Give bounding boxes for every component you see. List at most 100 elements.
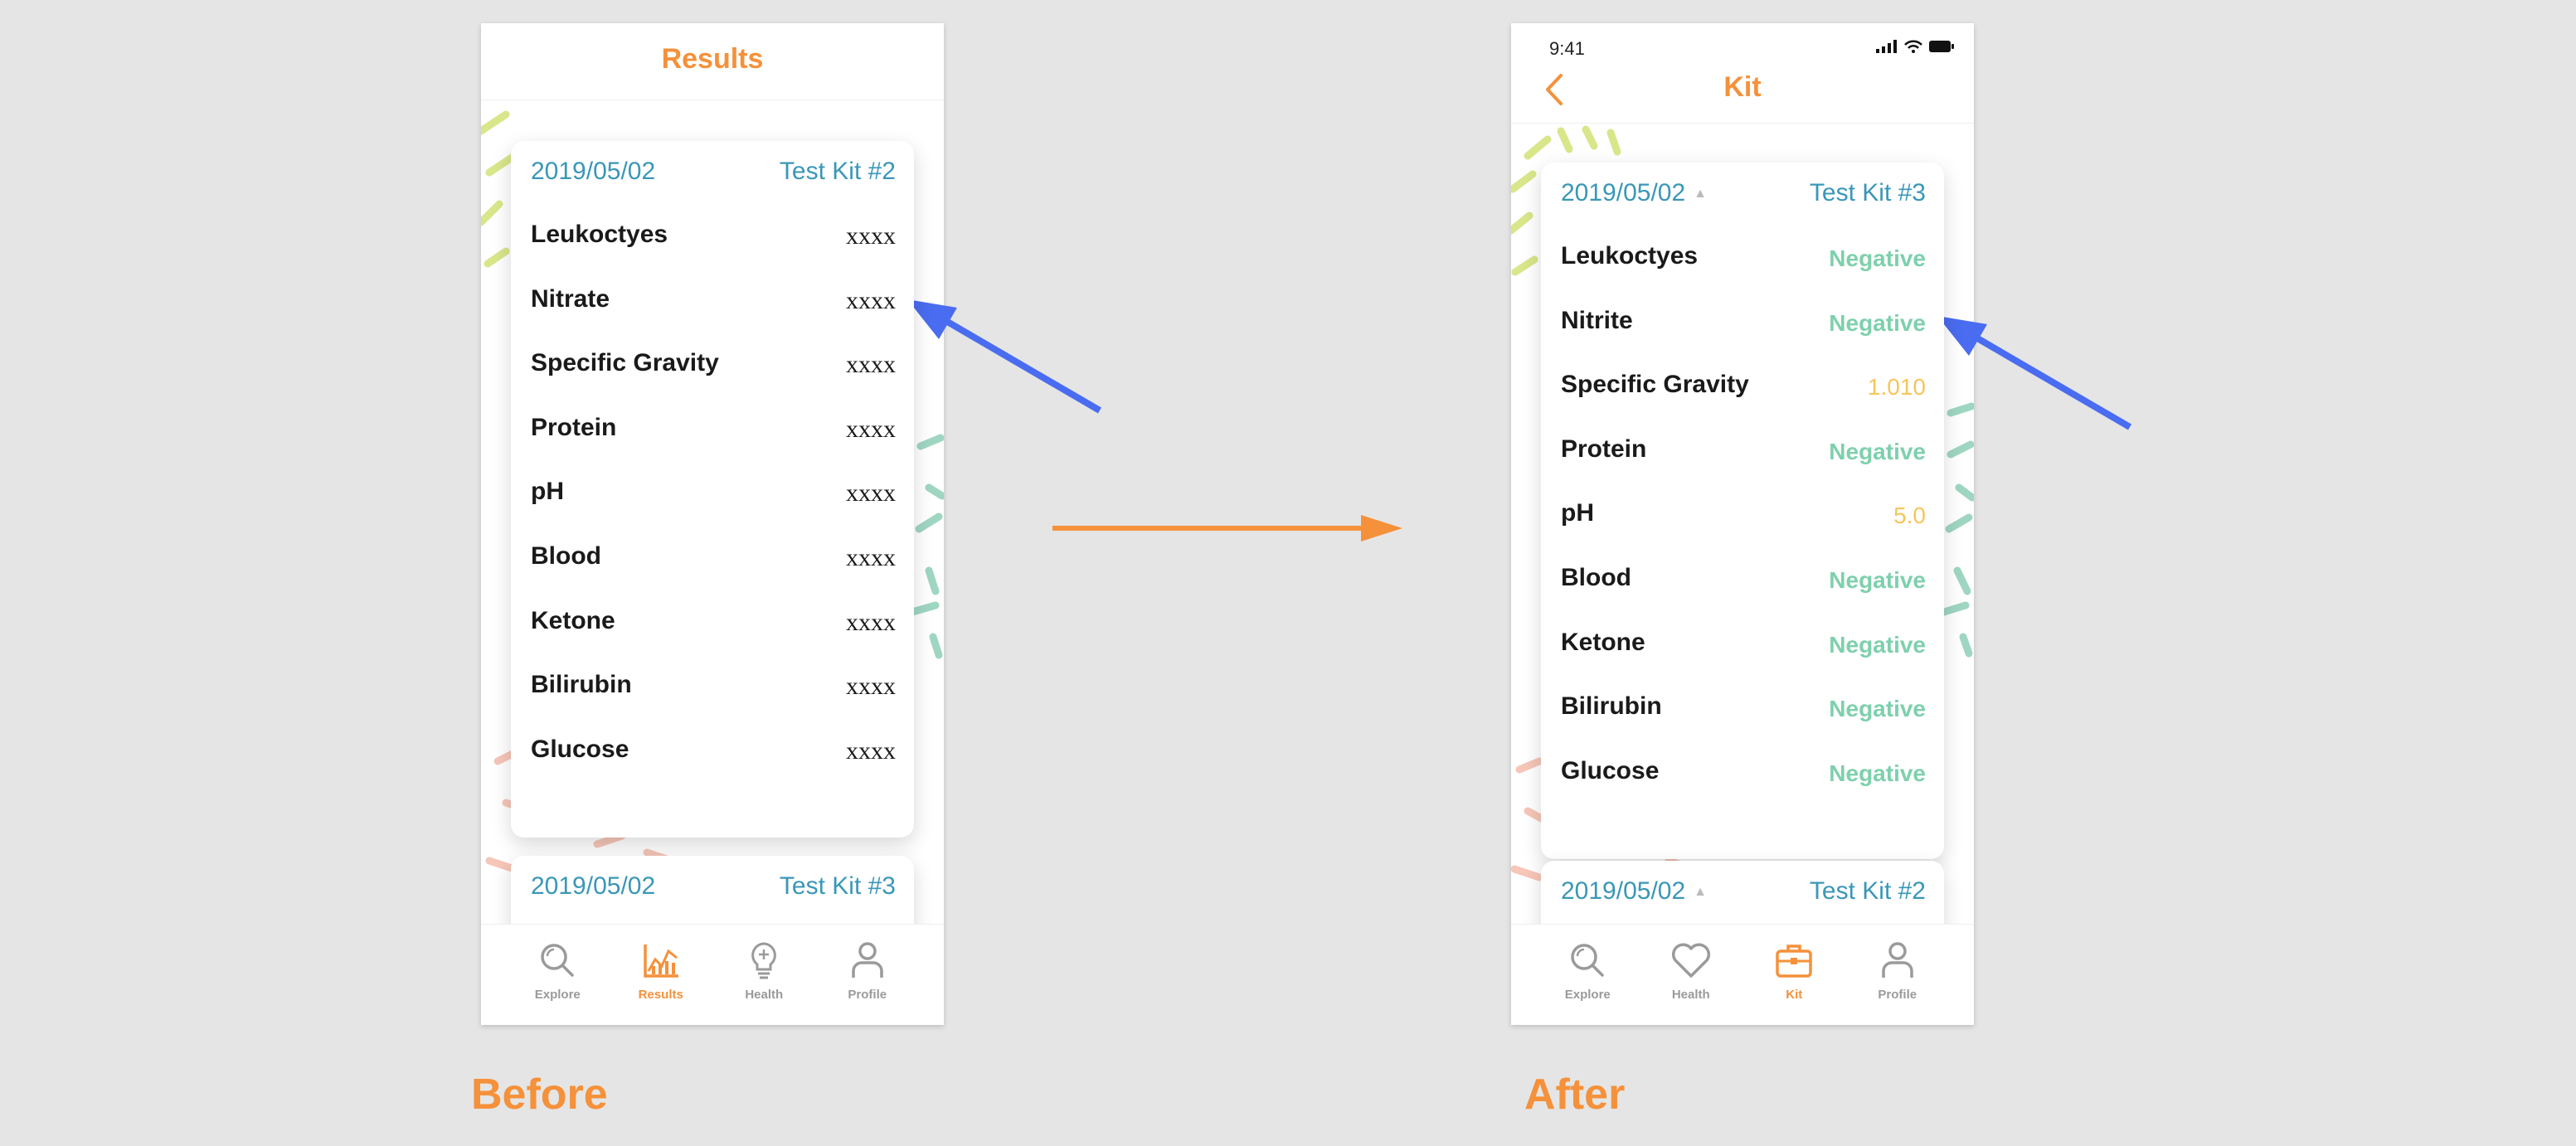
row-label: Bilirubin (531, 671, 632, 699)
row-value: Negative (1829, 760, 1926, 786)
person-icon (1882, 942, 1913, 978)
card-kit-name: Test Kit #3 (779, 872, 896, 900)
result-row-leukocytes: Leukoctyes xxxx (531, 221, 896, 285)
row-label: Glucose (531, 735, 629, 763)
row-label: Glucose (1561, 756, 1660, 784)
card-kit-name: Test Kit #2 (779, 158, 896, 185)
card-date[interactable]: 2019/05/02 ▲ (1561, 877, 1707, 906)
card-date-text: 2019/05/02 (1561, 179, 1686, 206)
tab-bar: Explore Health Kit Profile (1511, 924, 1974, 1025)
row-value: Negative (1829, 566, 1926, 593)
kit-header: 9:41 Kit (1511, 23, 1974, 124)
briefcase-icon (1776, 944, 1812, 978)
caption-before: Before (471, 1071, 608, 1119)
tab-profile[interactable]: Profile (830, 925, 905, 1025)
row-label: Ketone (1561, 628, 1645, 656)
result-row-ph: pH 5.0 (1561, 499, 1926, 564)
signal-icon (1876, 40, 1897, 53)
tab-health[interactable]: Health (1654, 925, 1728, 1025)
tab-profile[interactable]: Profile (1860, 925, 1935, 1025)
lightbulb-icon (751, 942, 777, 979)
result-row-leukocytes: Leukoctyes Negative (1561, 242, 1926, 307)
tab-bar: Explore Results Health Profile (481, 924, 944, 1025)
row-value: xxxx (846, 543, 896, 571)
results-header: Results (481, 23, 944, 100)
row-value: xxxx (846, 415, 896, 443)
row-label: Specific Gravity (1561, 371, 1749, 399)
result-row-protein: Protein xxxx (531, 414, 896, 478)
row-value: xxxx (846, 222, 896, 250)
card-date-text: 2019/05/02 (1561, 877, 1686, 905)
chart-icon (644, 944, 678, 978)
transition-arrow (1052, 515, 1402, 541)
row-label: Ketone (531, 606, 615, 634)
row-label: Bilirubin (1561, 692, 1662, 721)
card-date: 2019/05/02 (531, 158, 656, 185)
row-value: 5.0 (1893, 503, 1926, 529)
row-label: Leukoctyes (1561, 242, 1699, 270)
test-kit-card[interactable]: 2019/05/02 Test Kit #2 Leukoctyes xxxx Ni… (511, 141, 914, 838)
tab-label: Explore (534, 988, 581, 1002)
caret-up-icon: ▲ (1694, 885, 1707, 900)
row-value: xxxx (846, 608, 896, 636)
tab-explore[interactable]: Explore (1550, 925, 1625, 1025)
result-row-blood: Blood xxxx (531, 542, 896, 607)
row-label: pH (531, 478, 564, 506)
status-icons (1876, 40, 1954, 53)
page-title: Results (661, 43, 764, 75)
result-row-specific-gravity: Specific Gravity xxxx (531, 349, 896, 414)
result-row-nitrate: Nitrate xxxx (531, 285, 896, 350)
after-phone-screen: 9:41 Kit 2019/05/02 ▲ Test Kit #3 Leukoc… (1511, 23, 1974, 1025)
before-phone-screen: Results 2019/05/02 Test Kit #2 Leukoctye… (481, 23, 944, 1025)
status-time: 9:41 (1549, 38, 1585, 59)
row-value: xxxx (846, 736, 896, 765)
result-row-ph: pH xxxx (531, 478, 896, 542)
tab-results[interactable]: Results (624, 925, 698, 1025)
tab-label: Profile (1878, 988, 1917, 1002)
wifi-icon (1904, 40, 1922, 53)
tab-kit[interactable]: Kit (1757, 925, 1831, 1025)
row-value: xxxx (846, 286, 896, 314)
heart-icon (1671, 943, 1710, 978)
tab-label: Results (638, 988, 683, 1002)
battery-icon (1929, 41, 1954, 52)
result-row-nitrite: Nitrite Negative (1561, 307, 1926, 371)
row-label: Blood (531, 541, 601, 570)
tab-health[interactable]: Health (727, 925, 801, 1025)
row-value: Negative (1829, 631, 1926, 658)
result-row-protein: Protein Negative (1561, 435, 1926, 500)
card-date[interactable]: 2019/05/02 ▲ (1561, 179, 1707, 207)
card-kit-name: Test Kit #2 (1809, 877, 1926, 905)
tab-label: Health (745, 988, 784, 1002)
result-row-ketone: Ketone xxxx (531, 607, 896, 672)
row-label: Nitrite (1561, 306, 1633, 334)
result-row-blood: Blood Negative (1561, 564, 1926, 629)
test-kit-card[interactable]: 2019/05/02 ▲ Test Kit #3 Leukoctyes Negati… (1541, 163, 1944, 859)
tab-label: Health (1671, 988, 1710, 1002)
result-row-bilirubin: Bilirubin Negative (1561, 692, 1926, 757)
row-label: Protein (1561, 435, 1647, 463)
tab-label: Profile (848, 988, 887, 1002)
result-row-bilirubin: Bilirubin xxxx (531, 671, 896, 736)
magnifier-icon (1571, 944, 1604, 977)
tab-label: Kit (1786, 988, 1803, 1002)
row-value: Negative (1829, 309, 1926, 336)
caption-after: After (1524, 1071, 1626, 1119)
row-value: Negative (1829, 438, 1926, 464)
caret-up-icon: ▲ (1694, 187, 1707, 202)
row-value: xxxx (846, 351, 896, 379)
card-date: 2019/05/02 (531, 872, 656, 900)
row-value: xxxx (846, 479, 896, 507)
row-value: Negative (1829, 245, 1926, 271)
row-value: Negative (1829, 696, 1926, 722)
row-label: pH (1561, 499, 1594, 527)
card-kit-name: Test Kit #3 (1809, 179, 1926, 206)
tab-explore[interactable]: Explore (520, 925, 595, 1025)
page-title: Kit (1723, 71, 1762, 103)
row-value: xxxx (846, 673, 896, 701)
result-row-glucose: Glucose xxxx (531, 736, 896, 800)
row-label: Blood (1561, 563, 1631, 591)
result-row-specific-gravity: Specific Gravity 1.010 (1561, 371, 1926, 435)
row-label: Leukoctyes (531, 221, 668, 248)
row-label: Specific Gravity (531, 349, 719, 377)
